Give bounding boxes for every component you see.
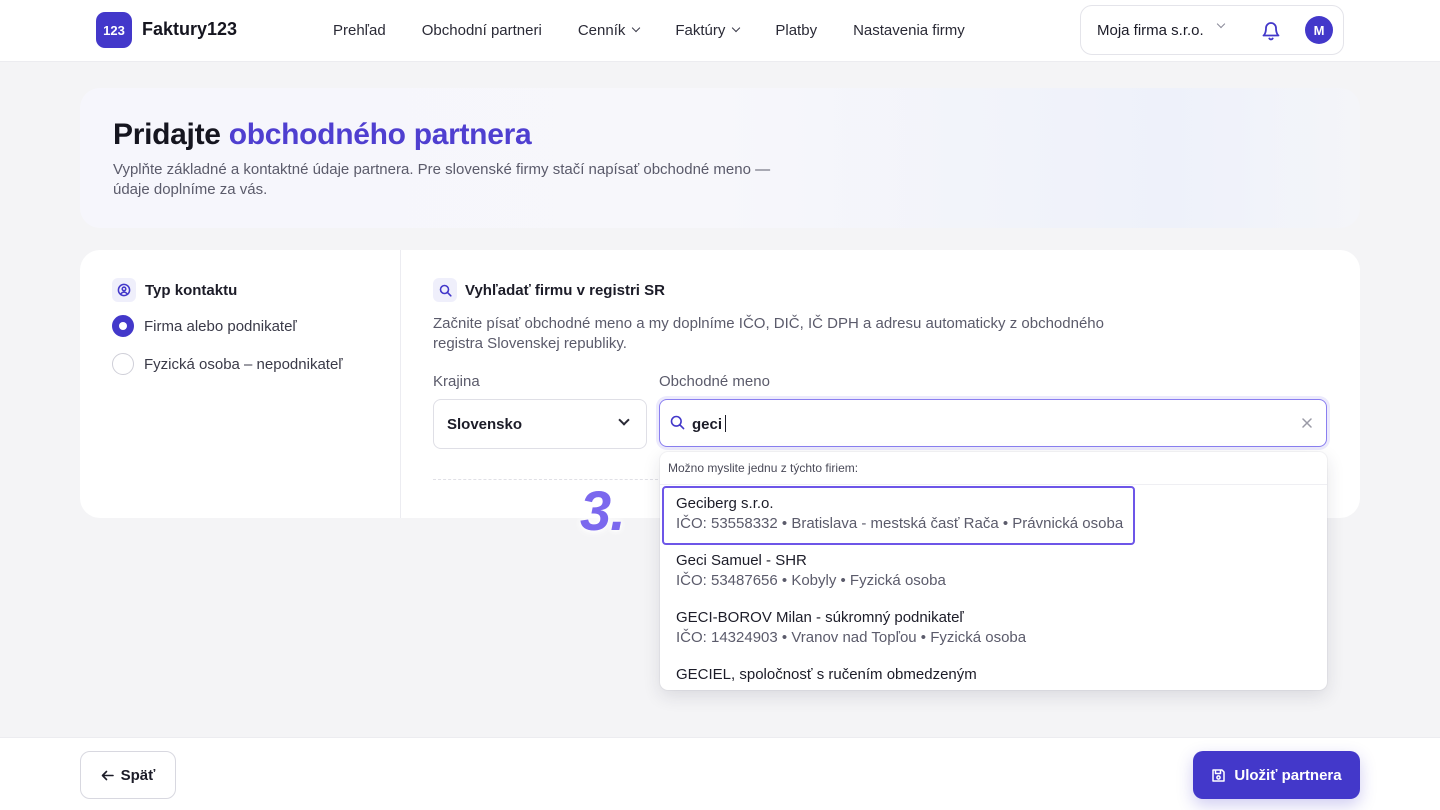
nav-item-business-partners[interactable]: Obchodní partneri bbox=[422, 20, 542, 40]
company-name-input[interactable]: geci bbox=[659, 399, 1327, 447]
page-title-accent: obchodného partnera bbox=[228, 118, 532, 151]
registry-search-icon bbox=[433, 278, 457, 302]
step-number-marker: 3. bbox=[580, 479, 626, 542]
save-icon bbox=[1212, 768, 1226, 782]
suggestion-item-geciberg[interactable]: Geciberg s.r.o. IČO: 53558332 • Bratisla… bbox=[676, 494, 1296, 534]
suggestions-divider bbox=[660, 484, 1327, 485]
suggestion-meta: IČO: 53487656 • Kobyly • Fyzická osoba bbox=[676, 572, 946, 589]
chevron-down-icon bbox=[632, 23, 641, 33]
user-avatar[interactable]: M bbox=[1305, 16, 1333, 44]
app-logo-badge[interactable]: 123 bbox=[96, 12, 132, 48]
page-title: Pridajte obchodného partnera bbox=[113, 118, 532, 152]
nav-item-label: Cenník bbox=[577, 21, 626, 39]
nav-item-overview[interactable]: Prehľad bbox=[333, 20, 386, 40]
company-name-input-value: geci bbox=[692, 415, 727, 433]
radio-label: Firma alebo podnikateľ bbox=[144, 317, 297, 335]
top-navigation-bar: 123 Faktury123 Prehľad Obchodní partneri… bbox=[0, 0, 1440, 62]
bell-icon[interactable] bbox=[1261, 20, 1281, 42]
app-name[interactable]: Faktury123 bbox=[142, 19, 237, 40]
nav-item-label: Nastavenia firmy bbox=[853, 21, 965, 39]
suggestion-name: GECI-BOROV Milan - súkromný podnikateľ bbox=[676, 609, 964, 626]
section-divider bbox=[433, 479, 663, 480]
suggestion-item-geciel[interactable]: GECIEL, spoločnosť s ručením obmedzeným bbox=[676, 665, 1296, 685]
country-select-value: Slovensko bbox=[447, 416, 523, 433]
save-partner-button[interactable]: Uložiť partnera bbox=[1193, 751, 1360, 799]
chevron-down-icon bbox=[732, 23, 741, 33]
nav-item-pricelist[interactable]: Cenník bbox=[577, 20, 641, 40]
company-switcher: Moja firma s.r.o. M bbox=[1080, 5, 1344, 55]
clear-icon[interactable] bbox=[1302, 418, 1312, 428]
suggestion-name: Geci Samuel - SHR bbox=[676, 552, 807, 569]
save-button-label: Uložiť partnera bbox=[1234, 766, 1342, 784]
registry-search-title: Vyhľadať firmu v registri SR bbox=[465, 282, 665, 299]
suggestions-hint: Možno myslite jednu z týchto firiem: bbox=[668, 461, 859, 475]
nav-item-payments[interactable]: Platby bbox=[775, 20, 817, 40]
page-hero: Pridajte obchodného partnera Vyplňte zák… bbox=[80, 88, 1360, 228]
nav-item-company-settings[interactable]: Nastavenia firmy bbox=[853, 20, 965, 40]
country-label: Krajina bbox=[433, 373, 480, 390]
suggestion-meta: IČO: 14324903 • Vranov nad Topľou • Fyzi… bbox=[676, 629, 1027, 646]
radio-label: Fyzická osoba – nepodnikateľ bbox=[144, 355, 343, 373]
suggestion-item-geci-samuel[interactable]: Geci Samuel - SHR IČO: 53487656 • Kobyly… bbox=[676, 551, 1296, 591]
company-name-label: Obchodné meno bbox=[659, 373, 770, 390]
suggestion-name: GECIEL, spoločnosť s ručením obmedzeným bbox=[676, 666, 977, 683]
suggestion-item-geci-borov[interactable]: GECI-BOROV Milan - súkromný podnikateľ I… bbox=[676, 608, 1296, 648]
page-subtitle: Vyplňte základné a kontaktné údaje partn… bbox=[113, 161, 771, 198]
page-title-prefix: Pridajte bbox=[113, 118, 229, 151]
back-button[interactable]: Späť bbox=[80, 751, 176, 799]
radio-button-selected[interactable] bbox=[112, 315, 134, 337]
company-selector[interactable]: Moja firma s.r.o. bbox=[1097, 22, 1204, 39]
search-icon bbox=[670, 415, 685, 430]
suggestion-meta: IČO: 53558332 • Bratislava - mestská čas… bbox=[676, 515, 1124, 532]
main-nav: Prehľad Obchodní partneri Cenník Faktúry… bbox=[333, 20, 965, 40]
contact-type-title: Typ kontaktu bbox=[145, 282, 238, 299]
text-caret bbox=[725, 415, 727, 432]
form-footer: Späť Uložiť partnera bbox=[0, 737, 1440, 810]
chevron-down-icon bbox=[618, 414, 630, 426]
arrow-left-icon bbox=[101, 770, 114, 780]
chevron-down-icon[interactable] bbox=[1216, 19, 1226, 29]
nav-item-label: Prehľad bbox=[333, 21, 386, 39]
nav-item-label: Platby bbox=[775, 21, 818, 39]
company-suggestions-dropdown: Možno myslite jednu z týchto firiem: Gec… bbox=[660, 452, 1327, 690]
radio-company[interactable]: Firma alebo podnikateľ bbox=[112, 315, 297, 337]
nav-item-label: Obchodní partneri bbox=[421, 21, 542, 39]
suggestion-name: Geciberg s.r.o. bbox=[676, 495, 774, 512]
back-button-label: Späť bbox=[120, 766, 156, 784]
nav-item-label: Faktúry bbox=[675, 21, 726, 39]
registry-search-help: Začnite písať obchodné meno a my doplním… bbox=[433, 315, 1104, 352]
radio-button[interactable] bbox=[112, 353, 134, 375]
column-divider bbox=[400, 250, 401, 518]
nav-item-invoices[interactable]: Faktúry bbox=[675, 20, 741, 40]
contact-type-icon bbox=[112, 278, 136, 302]
country-select[interactable]: Slovensko bbox=[433, 399, 647, 449]
radio-private-person[interactable]: Fyzická osoba – nepodnikateľ bbox=[112, 353, 343, 375]
search-query-text: geci bbox=[692, 416, 723, 433]
